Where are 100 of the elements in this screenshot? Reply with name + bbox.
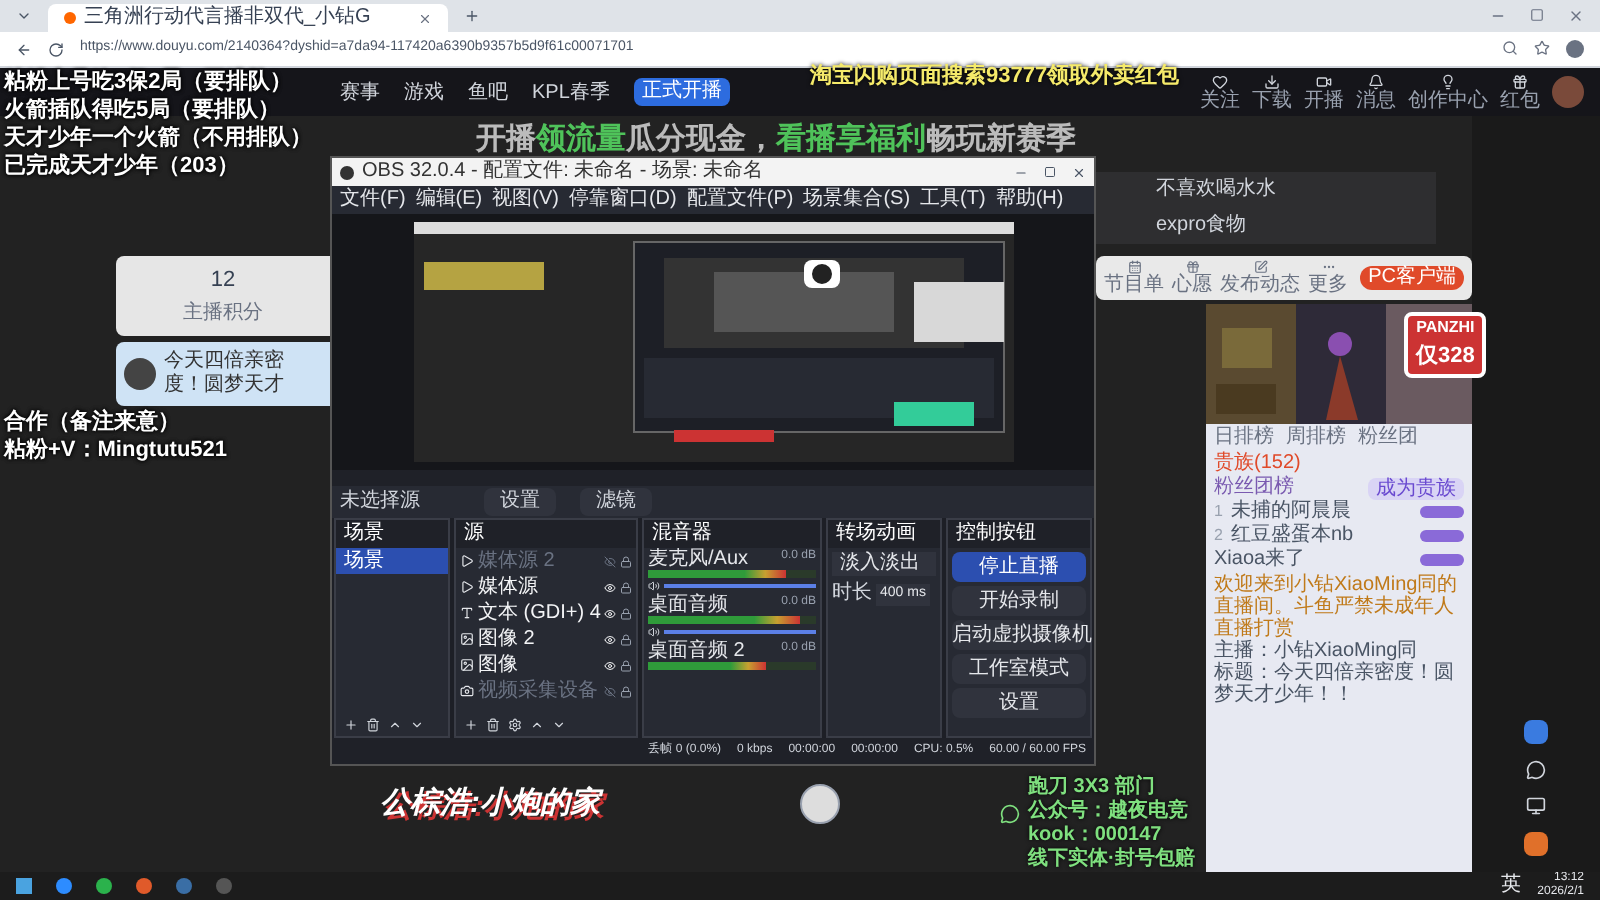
chat-icon[interactable] (1526, 760, 1546, 780)
user-avatar[interactable] (1552, 76, 1584, 108)
taskbar-app-icon[interactable] (176, 878, 192, 894)
nav-link[interactable]: KPL春季 (532, 77, 610, 107)
nav-link[interactable]: 赛事 (340, 77, 380, 107)
back-icon[interactable] (16, 41, 32, 57)
maximize-icon[interactable] (1044, 165, 1056, 177)
chat-tab[interactable]: 日排榜 (1214, 424, 1274, 450)
source-item[interactable]: 图像 2 (478, 629, 535, 649)
star-icon[interactable] (1534, 40, 1550, 56)
live-button[interactable]: 正式开播 (633, 78, 730, 106)
up-icon[interactable] (388, 718, 402, 732)
nav-action-icon[interactable] (1264, 73, 1280, 89)
user-name[interactable]: 未捕的阿晨晨 (1230, 500, 1351, 524)
delete-icon[interactable] (366, 718, 380, 732)
join-button[interactable]: 成为贵族 (1368, 477, 1464, 499)
add-icon[interactable] (344, 718, 358, 732)
nav-link[interactable]: 鱼吧 (468, 77, 508, 107)
avatar-icon[interactable] (1566, 40, 1584, 58)
lock-icon[interactable] (620, 633, 632, 645)
tool-icon[interactable] (1127, 260, 1141, 274)
nav-action-icon[interactable] (1368, 73, 1384, 89)
control-button[interactable]: 开始录制 (952, 586, 1086, 616)
transition-select[interactable]: 淡入淡出 (832, 552, 936, 576)
nav-action-label[interactable]: 开播 (1304, 89, 1344, 111)
lock-icon[interactable] (620, 581, 632, 593)
menu-item[interactable]: 编辑(E) (415, 190, 483, 210)
source-item[interactable]: 图像 (478, 655, 518, 675)
dock-title: 控制按钮 (956, 524, 1036, 544)
maximize-icon[interactable] (1530, 8, 1544, 22)
control-button[interactable]: 停止直播 (952, 552, 1086, 582)
taskbar-app-icon[interactable] (56, 878, 72, 894)
speaker-icon[interactable] (648, 626, 660, 638)
menu-item[interactable]: 帮助(H) (995, 190, 1064, 210)
close-icon[interactable] (1568, 8, 1584, 24)
side-button[interactable] (1524, 720, 1548, 744)
menu-item[interactable]: 停靠窗口(D) (568, 190, 677, 210)
screen-icon[interactable] (1526, 796, 1546, 816)
nav-action-label[interactable]: 红包 (1500, 89, 1540, 111)
client-button[interactable]: PC客户端 (1360, 266, 1464, 290)
taskbar-app-icon[interactable] (136, 878, 152, 894)
tool-icon[interactable] (1185, 260, 1199, 274)
scene-item[interactable]: 场景 (336, 548, 448, 574)
chat-tab[interactable]: 粉丝团 (1358, 424, 1418, 450)
source-item[interactable]: 文本 (GDI+) 4 (478, 603, 601, 623)
nav-action-icon[interactable] (1212, 73, 1228, 89)
menu-item[interactable]: 文件(F) (340, 190, 406, 210)
search-icon[interactable] (1502, 40, 1518, 56)
user-name[interactable]: 红豆盛蛋本nb (1230, 524, 1354, 548)
nav-action-label[interactable]: 消息 (1356, 89, 1396, 111)
tab-list-icon[interactable] (16, 8, 32, 24)
close-icon[interactable] (418, 11, 432, 25)
side-button[interactable] (1524, 832, 1548, 856)
menu-item[interactable]: 工具(T) (920, 190, 986, 210)
chat-tab[interactable]: 周排榜 (1286, 424, 1346, 450)
tool-label[interactable]: 发布动态 (1220, 274, 1300, 296)
source-type-icon (460, 606, 474, 620)
up-icon[interactable] (530, 718, 544, 732)
toolbar-button[interactable]: 设置 (484, 488, 556, 516)
lock-icon[interactable] (620, 685, 632, 697)
close-icon[interactable] (1072, 165, 1086, 179)
toolbar-button[interactable]: 滤镜 (580, 488, 652, 516)
tool-icon[interactable] (1321, 260, 1335, 274)
nav-action-icon[interactable] (1440, 73, 1456, 89)
speaker-icon[interactable] (648, 580, 660, 592)
delete-icon[interactable] (486, 718, 500, 732)
new-tab-icon[interactable] (464, 8, 480, 24)
tool-label[interactable]: 更多 (1308, 274, 1348, 296)
start-icon[interactable] (16, 878, 32, 894)
menu-option[interactable]: expro食物 (1096, 208, 1436, 244)
lock-icon[interactable] (620, 555, 632, 567)
source-item[interactable]: 媒体源 (478, 577, 538, 597)
menu-item[interactable]: 配置文件(P) (686, 190, 794, 210)
tool-label[interactable]: 节目单 (1104, 274, 1164, 296)
nav-action-icon[interactable] (1316, 73, 1332, 89)
down-icon[interactable] (552, 718, 566, 732)
user-name[interactable]: Xiaoa来了 (1214, 548, 1306, 572)
settings-icon[interactable] (508, 718, 522, 732)
lock-icon[interactable] (620, 607, 633, 619)
nav-link[interactable]: 游戏 (404, 77, 444, 107)
menu-item[interactable]: 视图(V) (492, 190, 559, 210)
reload-icon[interactable] (48, 41, 64, 57)
control-button[interactable]: 设置 (952, 688, 1086, 718)
lock-icon[interactable] (620, 659, 632, 671)
menu-item[interactable]: 场景集合(S) (803, 190, 911, 210)
tool-icon[interactable] (1253, 260, 1267, 274)
nav-action-label[interactable]: 关注 (1200, 89, 1240, 111)
tool-label[interactable]: 心愿 (1172, 274, 1212, 296)
nav-action-label[interactable]: 下载 (1252, 89, 1292, 111)
taskbar-app-icon[interactable] (96, 878, 112, 894)
nav-action-icon[interactable] (1512, 73, 1528, 89)
control-button[interactable]: 工作室模式 (952, 654, 1086, 684)
down-icon[interactable] (410, 718, 424, 732)
menu-option[interactable]: 不喜欢喝水水 (1096, 172, 1436, 208)
contact-text: kook：000147 (1028, 824, 1164, 846)
fan-badge (1420, 530, 1464, 542)
nav-action-label[interactable]: 创作中心 (1408, 89, 1488, 111)
language-indicator[interactable]: 英 (1501, 876, 1522, 896)
browser-tab[interactable]: 三角洲行动代言播非双代_小钻G (48, 4, 448, 32)
add-icon[interactable] (464, 718, 478, 732)
